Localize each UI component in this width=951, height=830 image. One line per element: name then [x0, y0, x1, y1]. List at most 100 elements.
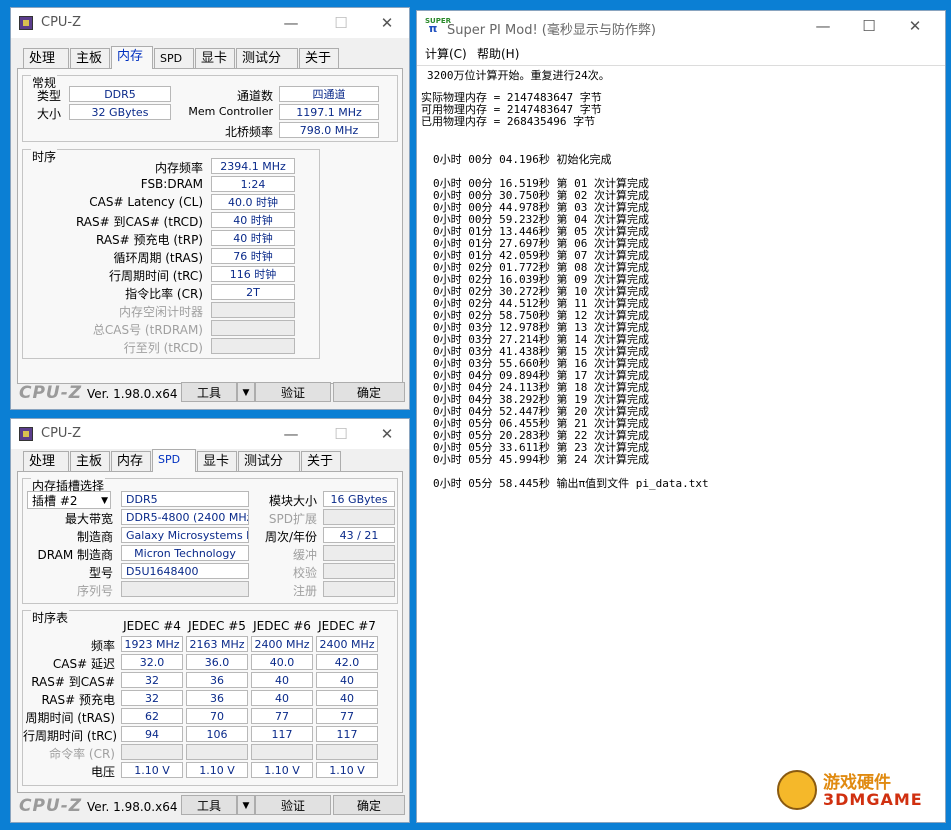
row-label: CAS# 延迟	[52, 657, 115, 671]
tools-button[interactable]: 工具	[181, 382, 237, 402]
title-bar[interactable]: CPU-Z — ☐ ✕	[11, 8, 409, 38]
cell: 1.10 V	[251, 762, 313, 778]
spd-panel: 内存插槽选择 插槽 #2 ▼ DDR5 模块大小 16 GBytes 最大带宽 …	[17, 471, 403, 793]
superpi-app-icon: SUPER π	[425, 17, 452, 35]
jedec-header: JEDEC #5	[188, 619, 246, 633]
tools-dropdown-icon[interactable]: ▼	[237, 795, 255, 815]
cell: 36	[186, 690, 248, 706]
output-text-area[interactable]: 3200万位计算开始。重复进行24次。 实际物理内存 = 2147483647 …	[417, 65, 945, 822]
title-bar[interactable]: SUPER π Super PI Mod! (毫秒显示与防作弊) — ☐ ✕	[417, 11, 945, 41]
close-icon[interactable]: ✕	[367, 12, 407, 34]
channels-value: 四通道	[279, 86, 379, 102]
cell: 117	[251, 726, 313, 742]
row-label: RAS# 预充电	[41, 693, 115, 707]
week-year-value: 43 / 21	[323, 527, 395, 543]
minimize-icon[interactable]: —	[271, 12, 311, 34]
maximize-icon[interactable]: ☐	[321, 423, 361, 445]
manufacturer-label: 制造商	[76, 530, 113, 544]
validate-button[interactable]: 验证	[255, 795, 331, 815]
registered-label: 注册	[292, 584, 317, 598]
validate-button[interactable]: 验证	[255, 382, 331, 402]
minimize-icon[interactable]: —	[271, 423, 311, 445]
tab-memory[interactable]: 内存	[111, 46, 153, 69]
serial-label: 序列号	[76, 584, 113, 598]
close-icon[interactable]: ✕	[895, 15, 935, 37]
max-bandwidth-value: DDR5-4800 (2400 MHz)	[121, 509, 249, 525]
timing-label: 总CAS号 (tRDRAM)	[92, 323, 203, 337]
tab-spd[interactable]: SPD	[152, 449, 196, 472]
watermark-text-bottom: 3DMGAME	[823, 790, 923, 809]
nb-freq-label: 北桥频率	[224, 125, 273, 139]
memory-line: 已用物理内存 = 268435496 字节	[421, 115, 596, 128]
cpuz-app-icon	[19, 16, 33, 30]
timing-value: 2T	[211, 284, 295, 300]
tab-bench[interactable]: 测试分数	[238, 451, 300, 489]
tab-graphics[interactable]: 显卡	[195, 48, 235, 68]
type-label: 类型	[36, 89, 61, 103]
menu-help[interactable]: 帮助(H)	[477, 45, 519, 62]
nb-freq-value: 798.0 MHz	[279, 122, 379, 138]
timing-value: 40 时钟	[211, 230, 295, 246]
memory-panel: 常规 类型 DDR5 大小 32 GBytes 通道数 四通道 Mem Cont…	[17, 68, 403, 384]
minimize-icon[interactable]: —	[803, 15, 843, 37]
timing-value: 2394.1 MHz	[211, 158, 295, 174]
close-icon[interactable]: ✕	[367, 423, 407, 445]
tab-bench[interactable]: 测试分数	[236, 48, 298, 86]
tab-processor[interactable]: 处理器	[23, 451, 69, 489]
chevron-down-icon: ▼	[101, 496, 108, 506]
cell	[316, 744, 378, 760]
loop-line: 0小时 05分 45.994秒 第 24 次计算完成	[433, 453, 649, 466]
cell: 117	[316, 726, 378, 742]
row-label: RAS# 到CAS#	[31, 675, 115, 689]
model-value: D5U1648400	[121, 563, 249, 579]
spd-ext-label: SPD扩展	[268, 512, 317, 526]
timing-value: 40 时钟	[211, 212, 295, 228]
cpuz-window-memory: CPU-Z — ☐ ✕ 处理器 主板 内存 SPD 显卡 测试分数 关于 常规 …	[10, 7, 410, 410]
maximize-icon[interactable]: ☐	[849, 15, 889, 37]
tab-processor[interactable]: 处理器	[23, 48, 69, 86]
tab-memory[interactable]: 内存	[111, 451, 151, 471]
cell: 70	[186, 708, 248, 724]
serial-value	[121, 581, 249, 597]
ok-button[interactable]: 确定	[333, 382, 405, 402]
timing-label: 行周期时间 (tRC)	[108, 269, 203, 283]
cell: 1.10 V	[121, 762, 183, 778]
menu-calculate[interactable]: 计算(C)	[425, 45, 467, 62]
tab-about[interactable]: 关于	[301, 451, 341, 471]
ok-button[interactable]: 确定	[333, 795, 405, 815]
cpuz-window-spd: CPU-Z — ☐ ✕ 处理器 主板 内存 SPD 显卡 测试分数 关于 内存插…	[10, 418, 410, 823]
cell	[251, 744, 313, 760]
tools-dropdown-icon[interactable]: ▼	[237, 382, 255, 402]
cell	[121, 744, 183, 760]
tools-button[interactable]: 工具	[181, 795, 237, 815]
cell: 106	[186, 726, 248, 742]
module-type-value: DDR5	[121, 491, 249, 507]
tab-graphics[interactable]: 显卡	[197, 451, 237, 471]
check-label: 校验	[292, 566, 317, 580]
bottom-bar: CPU-Z Ver. 1.98.0.x64 工具 ▼ 验证 确定	[11, 379, 409, 409]
general-group: 常规 类型 DDR5 大小 32 GBytes 通道数 四通道 Mem Cont…	[22, 74, 398, 142]
window-title: CPU-Z	[41, 15, 82, 30]
timings-group: 时序 内存频率 2394.1 MHz FSB:DRAM 1:24 CAS# La…	[22, 148, 320, 359]
slot-select[interactable]: 插槽 #2 ▼	[27, 491, 111, 509]
jedec-header: JEDEC #7	[318, 619, 376, 633]
mem-controller-value: 1197.1 MHz	[279, 104, 379, 120]
title-bar[interactable]: CPU-Z — ☐ ✕	[11, 419, 409, 449]
maximize-icon[interactable]: ☐	[321, 12, 361, 34]
tab-about[interactable]: 关于	[299, 48, 339, 68]
tab-mainboard[interactable]: 主板	[70, 48, 110, 68]
watermark-mascot-icon	[777, 770, 817, 810]
jedec-header: JEDEC #6	[253, 619, 311, 633]
tab-mainboard[interactable]: 主板	[70, 451, 110, 471]
timing-label: FSB:DRAM	[140, 177, 203, 191]
init-line: 0小时 00分 04.196秒 初始化完成	[433, 153, 612, 166]
cell: 42.0	[316, 654, 378, 670]
buffer-label: 缓冲	[292, 548, 317, 562]
timing-value: 1:24	[211, 176, 295, 192]
dram-manufacturer-value: Micron Technology	[121, 545, 249, 561]
cell: 36.0	[186, 654, 248, 670]
tab-spd[interactable]: SPD	[154, 48, 194, 68]
row-label: 频率	[90, 639, 115, 653]
timing-value	[211, 320, 295, 336]
timing-table-group: 时序表 JEDEC #4 JEDEC #5 JEDEC #6 JEDEC #7 …	[22, 609, 398, 786]
